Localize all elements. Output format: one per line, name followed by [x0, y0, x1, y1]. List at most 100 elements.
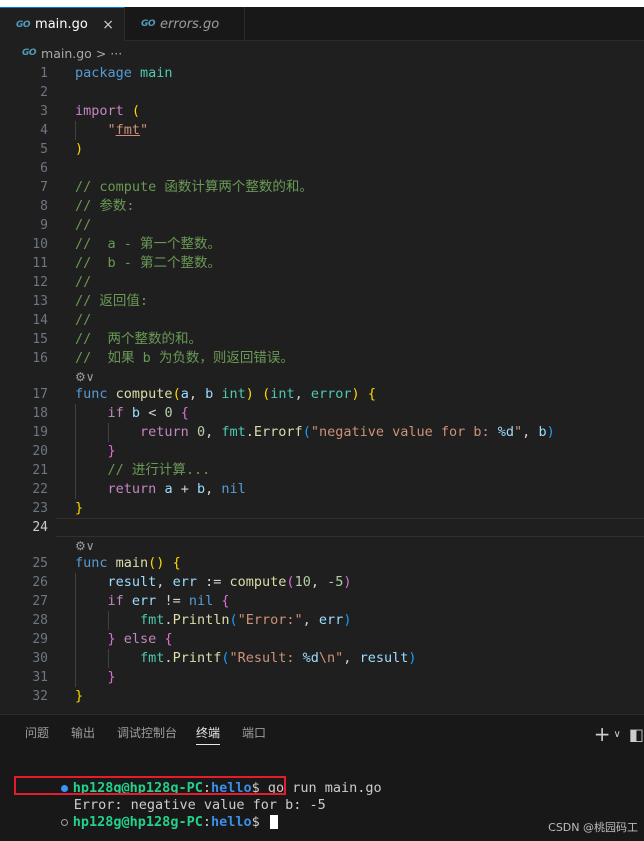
- code-line[interactable]: //: [75, 216, 91, 235]
- panel-actions: + ∨ ◧: [594, 722, 644, 746]
- tab-output[interactable]: 输出: [71, 725, 95, 745]
- breadcrumb: GO main.go > ···: [0, 42, 644, 64]
- tab-label: main.go: [35, 17, 88, 32]
- code-line[interactable]: fmt.Println("Error:", err): [75, 611, 351, 630]
- code-line[interactable]: } else {: [75, 630, 173, 649]
- code-line[interactable]: func main() {: [75, 554, 181, 573]
- line-number: 31: [32, 670, 48, 685]
- line-number: 9: [40, 218, 48, 233]
- code-line[interactable]: func compute(a, b int) (int, error) {: [75, 385, 376, 404]
- line-number: 2: [40, 85, 48, 100]
- go-file-icon: GO: [141, 19, 156, 29]
- line-number: 15: [32, 332, 48, 347]
- add-terminal-icon[interactable]: +: [594, 722, 611, 746]
- code-line[interactable]: // compute 函数计算两个整数的和。: [75, 178, 313, 197]
- line-number: 26: [32, 575, 48, 590]
- close-icon[interactable]: ×: [102, 17, 114, 33]
- line-number: 22: [32, 482, 48, 497]
- breadcrumb-file[interactable]: main.go: [41, 46, 92, 61]
- line-number: 3: [40, 104, 48, 119]
- line-number: 18: [32, 406, 48, 421]
- indent-guide: [75, 121, 76, 140]
- line-number: 5: [40, 142, 48, 157]
- indent-guide: [107, 649, 109, 668]
- indent-guide: [107, 611, 109, 630]
- line-number: 28: [32, 613, 48, 628]
- window-top-strip: [0, 0, 644, 7]
- code-line[interactable]: // a - 第一个整数。: [75, 235, 221, 254]
- layout-icon[interactable]: ◧: [629, 725, 644, 744]
- go-file-icon: GO: [16, 19, 31, 30]
- line-number: 1: [40, 66, 48, 81]
- chevron-down-icon[interactable]: ∨: [614, 729, 621, 740]
- line-number: 12: [32, 275, 48, 290]
- indent-guide: [107, 423, 109, 442]
- tab-label: errors.go: [160, 16, 220, 32]
- code-line[interactable]: // 返回值:: [75, 292, 148, 311]
- watermark: CSDN @桃园码工: [548, 821, 638, 834]
- code-editor[interactable]: 1 2 3 4 5 6 7 8 9 10 11 12 13 14 15 16 17 18 19 20 21 22 23 24 2…: [0, 64, 644, 714]
- line-number: 29: [32, 632, 48, 647]
- line-number: 30: [32, 651, 48, 666]
- tab-problems[interactable]: 问题: [25, 725, 49, 745]
- code-line[interactable]: }: [75, 499, 83, 518]
- code-line[interactable]: }: [75, 668, 116, 687]
- breadcrumb-more[interactable]: > ···: [96, 46, 122, 61]
- line-number: 21: [32, 463, 48, 478]
- terminal-line-prompt: hp128g@hp128g-PC:hello$: [12, 797, 278, 830]
- line-number: 6: [40, 161, 48, 176]
- code-line[interactable]: }: [75, 687, 83, 706]
- code-line[interactable]: "fmt": [75, 121, 149, 140]
- line-number: 25: [32, 556, 48, 571]
- code-line[interactable]: if err != nil {: [75, 592, 230, 611]
- code-line[interactable]: if b < 0 {: [75, 404, 189, 423]
- panel-tabs: 问题 输出 调试控制台 终端 端口 + ∨ ◧: [0, 715, 644, 751]
- tab-debug-console[interactable]: 调试控制台: [117, 725, 177, 745]
- prompt-sign: $: [251, 814, 260, 830]
- code-line[interactable]: import (: [75, 102, 140, 121]
- prompt-user: hp128g@hp128g-PC: [72, 814, 203, 830]
- code-line[interactable]: return 0, fmt.Errorf("negative value for…: [75, 423, 555, 442]
- line-number: 16: [32, 351, 48, 366]
- code-line[interactable]: // 进行计算...: [75, 461, 211, 480]
- code-line[interactable]: return a + b, nil: [75, 480, 246, 499]
- code-line[interactable]: // b - 第二个整数。: [75, 254, 221, 273]
- go-file-icon: GO: [22, 48, 37, 58]
- line-number: 32: [32, 689, 48, 704]
- indent-guide: [75, 404, 76, 499]
- code-line[interactable]: package main: [75, 64, 173, 83]
- line-number: 14: [32, 313, 48, 328]
- line-number: 4: [40, 123, 48, 138]
- editor-tab-bar: GO main.go × GO errors.go: [0, 0, 644, 41]
- tab-terminal[interactable]: 终端: [196, 725, 221, 745]
- code-line[interactable]: //: [75, 273, 91, 292]
- command-status-dot[interactable]: [60, 818, 68, 826]
- error-highlight-box: [14, 776, 286, 795]
- tab-main-go[interactable]: GO main.go ×: [0, 7, 125, 41]
- code-line[interactable]: ): [75, 140, 83, 159]
- code-line[interactable]: fmt.Printf("Result: %d\n", result): [75, 649, 416, 668]
- code-line[interactable]: // 参数:: [75, 197, 135, 216]
- code-line[interactable]: // 两个整数的和。: [75, 330, 202, 349]
- codelens-icon[interactable]: ⚙︎∨: [75, 538, 95, 554]
- line-number: 23: [32, 501, 48, 516]
- line-number: 24: [32, 520, 48, 535]
- line-number: 17: [32, 387, 48, 402]
- line-number: 11: [32, 256, 48, 271]
- code-line[interactable]: // 如果 b 为负数，则返回错误。: [75, 349, 294, 368]
- line-number: 7: [40, 180, 48, 195]
- tab-errors-go[interactable]: GO errors.go: [125, 7, 245, 41]
- line-number: 10: [32, 237, 48, 252]
- line-number: 13: [32, 294, 48, 309]
- terminal-cursor: [269, 815, 278, 829]
- line-number: 8: [40, 199, 48, 214]
- line-number: 27: [32, 594, 48, 609]
- code-line[interactable]: //: [75, 311, 91, 330]
- code-line[interactable]: }: [75, 442, 116, 461]
- tab-ports[interactable]: 端口: [242, 725, 266, 745]
- codelens-icon[interactable]: ⚙︎∨: [75, 369, 95, 385]
- line-number: 19: [32, 425, 48, 440]
- prompt-dir: hello: [210, 814, 252, 830]
- line-number: 20: [32, 444, 48, 459]
- code-line[interactable]: result, err := compute(10, -5): [75, 573, 352, 592]
